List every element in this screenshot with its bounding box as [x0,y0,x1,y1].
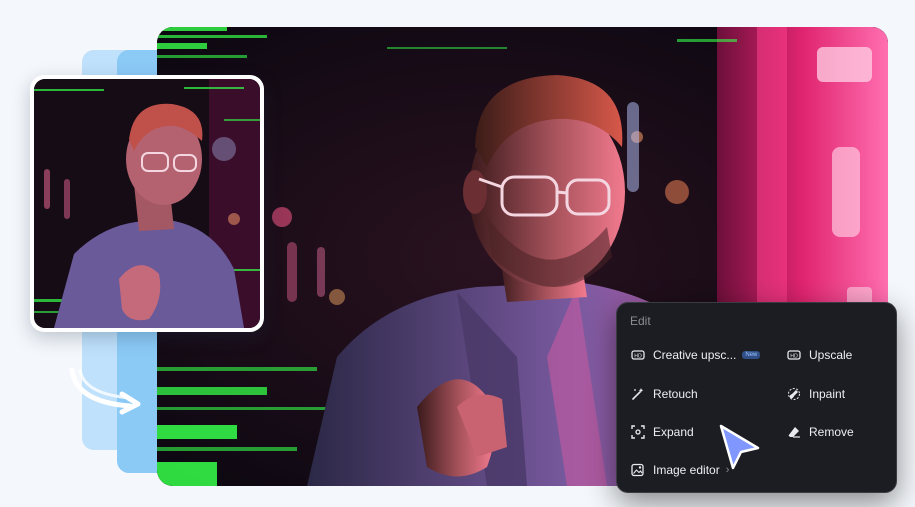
menu-item-label: Remove [809,425,854,439]
curved-arrow-icon [69,367,141,415]
menu-item-label: Inpaint [809,387,846,401]
new-badge: New [742,351,761,359]
menu-item-label: Upscale [809,348,853,362]
menu-item-retouch[interactable]: Retouch [631,387,698,401]
menu-item-inpaint[interactable]: Inpaint [787,387,845,401]
menu-item-creative-upscale[interactable]: HD Creative upsc... New [631,348,761,362]
menu-item-expand[interactable]: Expand [631,425,694,439]
menu-item-label: Image editor [653,463,720,477]
expand-icon [631,425,645,439]
menu-item-remove[interactable]: Remove [787,425,854,439]
original-photo-thumbnail [34,79,260,328]
hd-icon: HD [787,348,801,362]
magic-wand-icon [631,387,645,401]
menu-item-label: Expand [653,425,694,439]
thumbnail-artwork [34,79,260,328]
original-photo-thumbnail-frame [30,75,264,332]
eraser-icon [787,425,801,439]
menu-item-label: Retouch [653,387,698,401]
inpaint-brush-icon [787,387,801,401]
pointer-cursor-icon [719,424,760,470]
image-editor-icon [631,463,645,477]
edit-menu-title: Edit [630,314,651,328]
menu-item-image-editor[interactable]: Image editor › [631,463,729,477]
hd-upscale-icon: HD [631,348,645,362]
menu-item-upscale[interactable]: HD Upscale [787,348,852,362]
menu-item-label: Creative upsc... [653,348,737,362]
svg-text:HD: HD [790,354,798,360]
svg-text:HD: HD [634,354,642,360]
